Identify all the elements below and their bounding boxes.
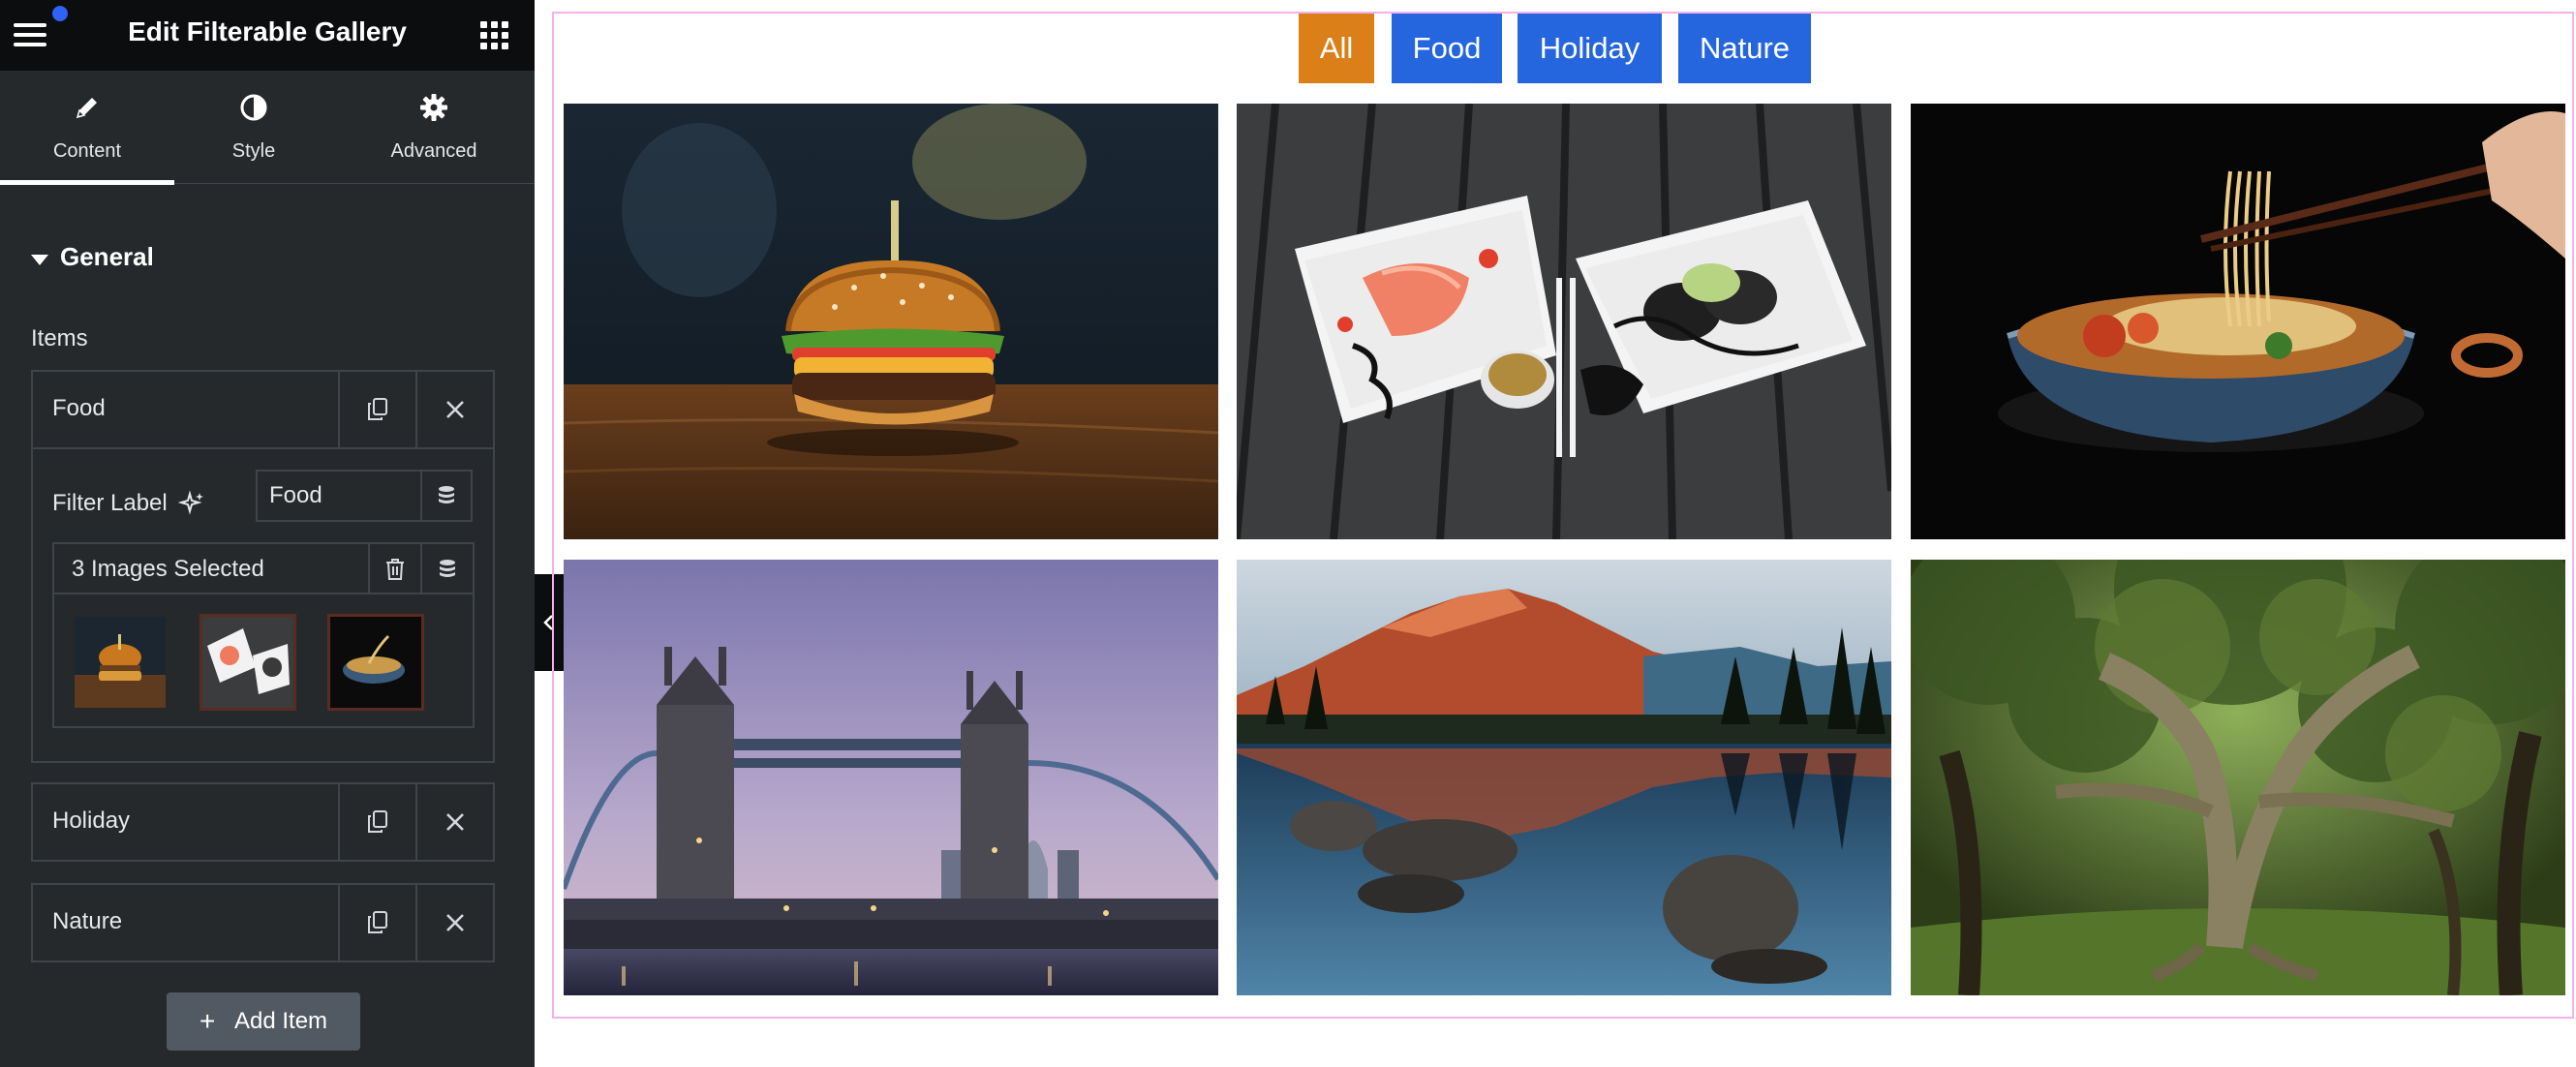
repeater-item-nature: Nature — [31, 883, 495, 962]
caret-down-icon[interactable] — [31, 255, 48, 265]
editor-topbar: Edit Filterable Gallery — [0, 0, 535, 71]
repeater-item-header[interactable]: Nature — [33, 885, 493, 960]
ai-sparkle-icon[interactable] — [178, 490, 205, 517]
media-dynamic-tags-button[interactable] — [420, 544, 473, 594]
repeater-item-title[interactable]: Holiday — [52, 808, 130, 835]
gallery-item-sushi[interactable] — [1237, 104, 1891, 539]
repeater-item-header[interactable]: Food — [33, 372, 493, 447]
tab-advanced[interactable]: Advanced — [347, 71, 521, 184]
filter-label-caption: Filter Label — [52, 490, 168, 516]
filter-all[interactable]: All — [1299, 14, 1374, 83]
database-icon — [440, 560, 455, 577]
filter-nature[interactable]: Nature — [1678, 14, 1811, 83]
thumbnail-noodles[interactable] — [327, 614, 424, 711]
gallery-media-control: 3 Images Selected — [52, 542, 475, 728]
editor-sidebar: Edit Filterable Gallery Content Style Ad… — [0, 0, 535, 1067]
thumbnail-sushi[interactable] — [199, 614, 296, 711]
remove-button[interactable] — [415, 885, 493, 960]
tab-content[interactable]: Content — [0, 71, 174, 185]
tab-content-label: Content — [52, 140, 122, 162]
section-general-header[interactable]: General — [60, 242, 154, 272]
plus-icon: + — [199, 1006, 216, 1036]
pencil-icon — [76, 98, 97, 119]
gallery-item-burger[interactable] — [564, 104, 1218, 539]
duplicate-icon — [368, 398, 387, 420]
remove-button[interactable] — [415, 372, 493, 447]
close-icon — [446, 914, 464, 931]
panel-tabs: Content Style Advanced — [0, 71, 535, 185]
repeater-item-holiday: Holiday — [31, 782, 495, 862]
duplicate-button[interactable] — [338, 784, 415, 860]
items-label: Items — [31, 325, 88, 351]
duplicate-icon — [368, 911, 387, 933]
remove-button[interactable] — [415, 784, 493, 860]
close-icon — [446, 401, 464, 418]
gallery-item-noodles[interactable] — [1911, 104, 2565, 539]
repeater-item-header[interactable]: Holiday — [33, 784, 493, 860]
tab-style[interactable]: Style — [167, 71, 341, 184]
trash-icon — [386, 559, 404, 580]
thumbnail-burger[interactable] — [72, 614, 169, 711]
add-item-button[interactable]: + Add Item — [167, 992, 360, 1051]
panel-title: Edit Filterable Gallery — [128, 16, 407, 46]
filter-label-input[interactable] — [256, 470, 420, 522]
gallery-item-forest-tree[interactable] — [1911, 560, 2565, 995]
duplicate-icon — [368, 810, 387, 833]
media-selected-count: 3 Images Selected — [72, 556, 264, 582]
dynamic-tags-button[interactable] — [420, 470, 473, 522]
gallery-item-tower-bridge[interactable] — [564, 560, 1218, 995]
tab-style-label: Style — [231, 140, 276, 162]
repeater-item-title[interactable]: Food — [52, 395, 106, 422]
duplicate-button[interactable] — [338, 885, 415, 960]
media-header: 3 Images Selected — [54, 544, 473, 594]
close-icon — [446, 813, 464, 831]
repeater-item-body: Filter Label 3 Images Selected — [33, 447, 493, 746]
filter-food[interactable]: Food — [1392, 14, 1502, 83]
add-item-label: Add Item — [234, 1008, 328, 1034]
repeater-item-food: Food Filter Label 3 Images Selected — [31, 370, 495, 763]
gallery-item-mountain-lake[interactable] — [1237, 560, 1891, 995]
grid-apps-icon[interactable] — [480, 21, 509, 50]
filter-holiday[interactable]: Holiday — [1518, 14, 1662, 83]
contrast-icon — [240, 94, 267, 121]
database-icon — [439, 486, 454, 503]
clear-gallery-button[interactable] — [368, 544, 420, 594]
tab-advanced-label: Advanced — [390, 140, 477, 162]
gear-icon — [420, 94, 447, 121]
repeater-item-title[interactable]: Nature — [52, 908, 122, 935]
duplicate-button[interactable] — [338, 372, 415, 447]
